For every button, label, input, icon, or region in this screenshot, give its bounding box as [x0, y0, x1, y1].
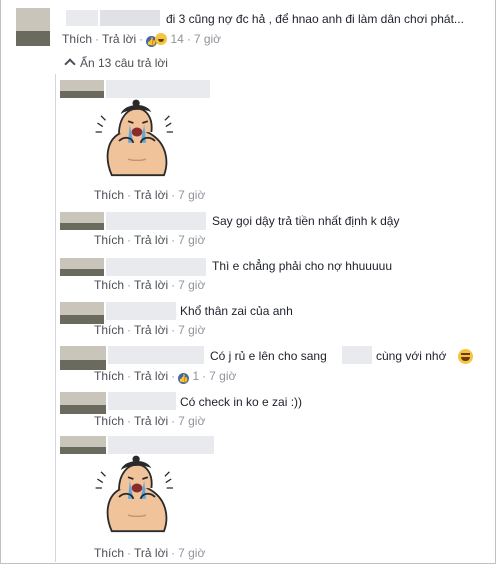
reply-link[interactable]: Trả lời	[102, 32, 136, 46]
avatar[interactable]	[16, 8, 50, 46]
reply-actions: Thích · Trả lời · 7 giờ	[94, 278, 206, 292]
reply-actions: Thích · Trả lời · 👍 1 · 7 giờ	[94, 369, 237, 384]
like-link[interactable]: Thích	[94, 546, 124, 560]
hide-replies-label: Ẩn 13 câu trả lời	[80, 56, 168, 70]
comment-text: đi 3 cũng nợ đc hả , để hnao anh đi làm …	[166, 12, 464, 26]
reply-link[interactable]: Trả lời	[134, 546, 168, 560]
reply-actions: Thích · Trả lời · 7 giờ	[94, 414, 206, 428]
avatar[interactable]	[60, 346, 106, 370]
reply-actions: Thích · Trả lời · 7 giờ	[94, 233, 206, 247]
like-link[interactable]: Thích	[94, 369, 124, 383]
avatar[interactable]	[60, 258, 104, 276]
avatar[interactable]	[60, 212, 104, 230]
timestamp[interactable]: 7 giờ	[178, 414, 205, 428]
reply-text: cùng với nhớ	[376, 349, 447, 363]
reply-link[interactable]: Trả lời	[134, 233, 168, 247]
reply-link[interactable]: Trả lời	[134, 414, 168, 428]
like-link[interactable]: Thích	[94, 323, 124, 337]
avatar[interactable]	[60, 302, 104, 324]
reply-text: Có j rủ e lên cho sang	[210, 349, 327, 363]
reply-link[interactable]: Trả lời	[134, 278, 168, 292]
comment-actions: Thích · Trả lời · 👍 14 · 7 giờ	[62, 32, 222, 47]
like-link[interactable]: Thích	[94, 188, 124, 202]
reply-actions: Thích · Trả lời · 7 giờ	[94, 323, 206, 337]
redacted-name[interactable]	[108, 392, 176, 410]
timestamp[interactable]: 7 giờ	[178, 233, 205, 247]
reply-link[interactable]: Trả lời	[134, 323, 168, 337]
like-link[interactable]: Thích	[94, 278, 124, 292]
redacted-word	[342, 346, 372, 364]
reply-actions: Thích · Trả lời · 7 giờ	[94, 546, 206, 560]
timestamp[interactable]: 7 giờ	[178, 278, 205, 292]
timestamp[interactable]: 7 giờ	[209, 369, 236, 383]
crying-sumo-sticker	[94, 98, 174, 177]
timestamp[interactable]: 7 giờ	[178, 188, 205, 202]
avatar[interactable]	[60, 392, 106, 414]
thread-line	[55, 74, 56, 562]
hide-replies-toggle[interactable]: Ẩn 13 câu trả lời	[64, 56, 168, 70]
reply-text: Có check in ko e zai :))	[180, 395, 303, 409]
like-reaction-icon: 👍	[178, 373, 190, 384]
like-link[interactable]: Thích	[94, 414, 124, 428]
reaction-count[interactable]: 14	[170, 32, 183, 46]
reply-link[interactable]: Trả lời	[134, 369, 168, 383]
reply-text: Say gọi dậy trả tiền nhất định k dậy	[212, 214, 400, 228]
timestamp[interactable]: 7 giờ	[194, 32, 221, 46]
redacted-name[interactable]	[106, 302, 176, 320]
haha-reaction-icon	[155, 33, 168, 45]
timestamp[interactable]: 7 giờ	[178, 323, 205, 337]
laughing-emoji-icon	[458, 349, 473, 364]
redacted-name[interactable]	[106, 212, 206, 230]
reply-link[interactable]: Trả lời	[134, 188, 168, 202]
redacted-name[interactable]	[66, 10, 98, 26]
timestamp[interactable]: 7 giờ	[178, 546, 205, 560]
redacted-name[interactable]	[106, 258, 206, 276]
like-link[interactable]: Thích	[94, 233, 124, 247]
reply-actions: Thích · Trả lời · 7 giờ	[94, 188, 206, 202]
chevron-up-icon	[64, 58, 76, 70]
redacted-name[interactable]	[108, 346, 204, 364]
reply-text: Thì e chẳng phải cho nợ hhuuuuu	[212, 259, 393, 273]
like-link[interactable]: Thích	[62, 32, 92, 46]
crying-sumo-sticker	[94, 454, 174, 533]
reply-text: Khổ thân zai của anh	[180, 304, 293, 318]
redacted-name[interactable]	[100, 10, 160, 26]
